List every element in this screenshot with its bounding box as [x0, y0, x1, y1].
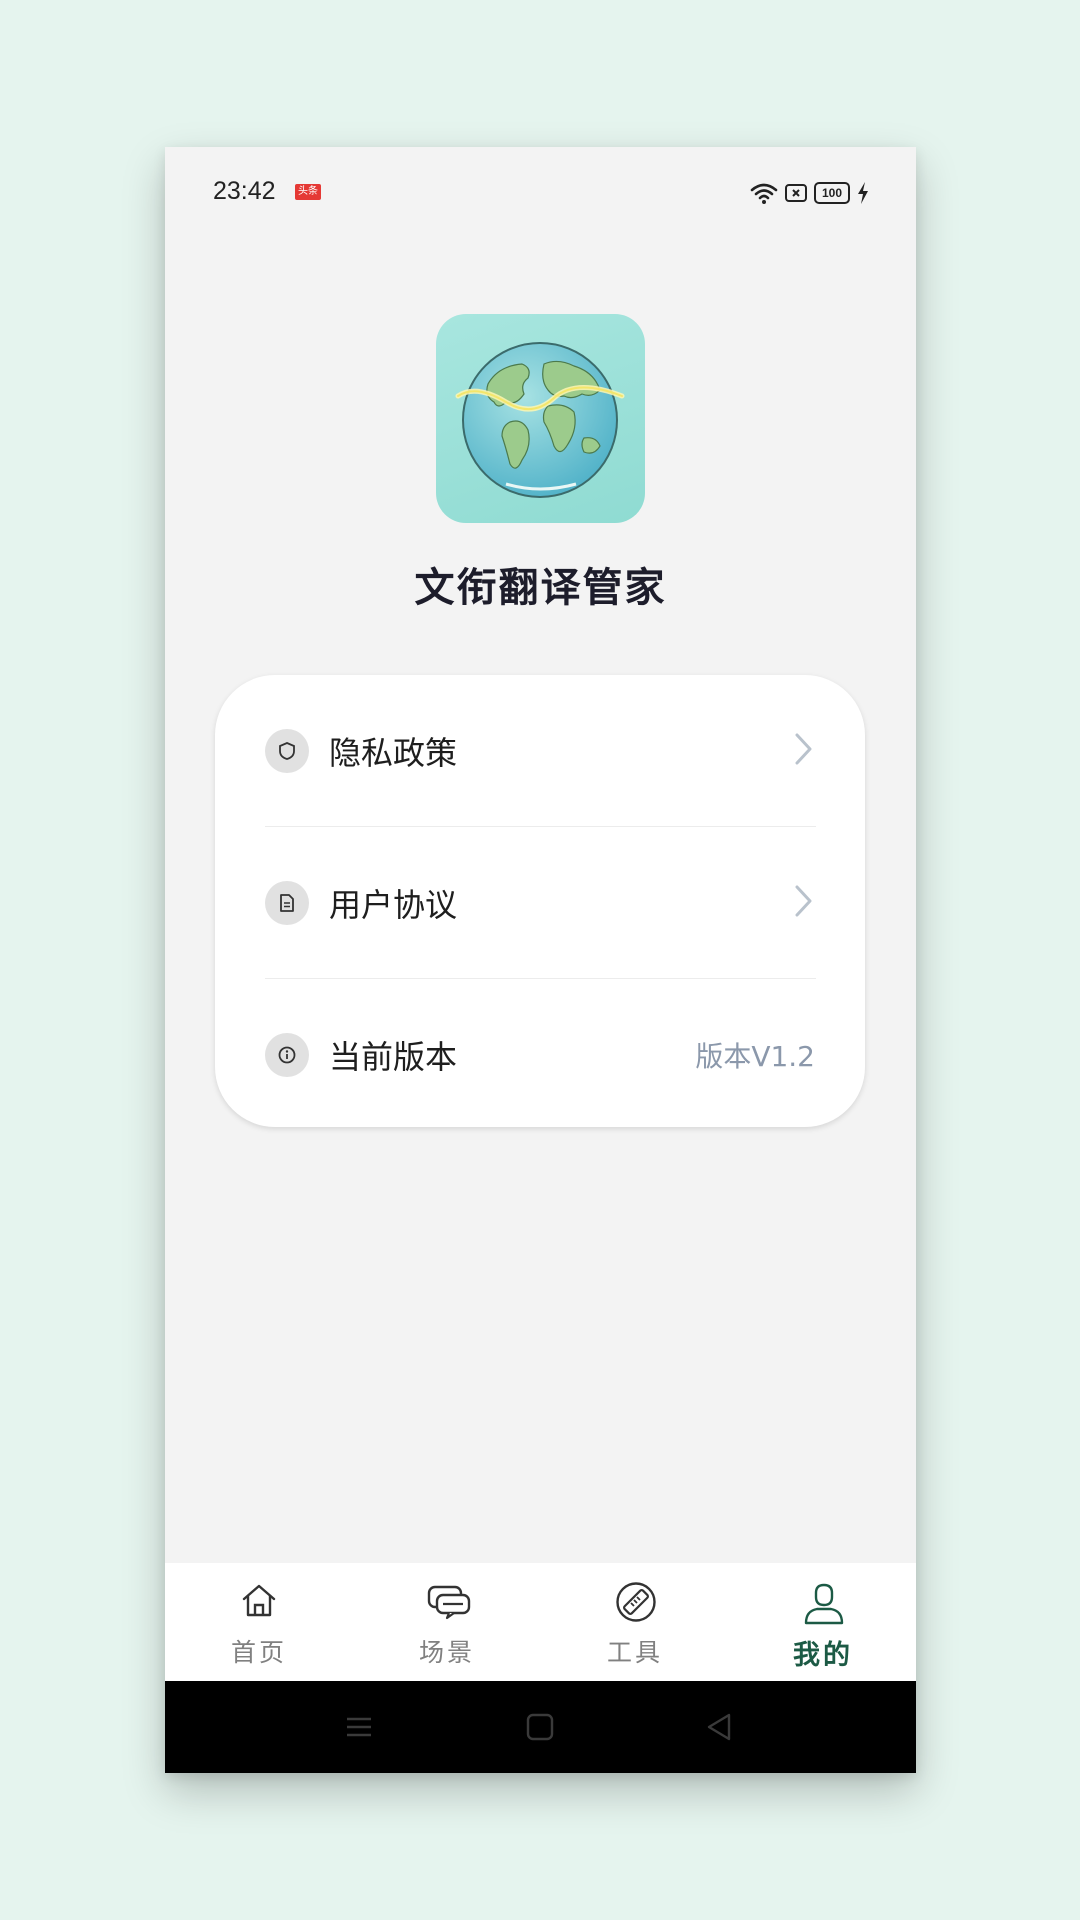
ruler-icon [615, 1581, 656, 1622]
privacy-policy-row[interactable]: 隐私政策 [215, 675, 865, 827]
document-icon [265, 881, 309, 925]
sim-x-icon [784, 183, 808, 203]
home-square-icon[interactable] [524, 1711, 556, 1743]
globe-icon [455, 342, 625, 498]
nav-home[interactable]: 首页 [165, 1563, 353, 1681]
home-icon [239, 1581, 279, 1621]
menu-icon[interactable] [343, 1711, 375, 1743]
current-version-label: 当前版本 [329, 1038, 458, 1076]
status-time: 23:42 [213, 177, 276, 205]
profile-icon [803, 1581, 844, 1625]
charging-icon [856, 181, 870, 205]
wifi-icon [750, 181, 778, 205]
user-agreement-label: 用户协议 [329, 886, 458, 924]
app-name: 文衔翻译管家 [414, 565, 667, 611]
nav-home-label: 首页 [230, 1638, 287, 1667]
back-triangle-icon[interactable] [703, 1711, 735, 1743]
status-bar: 23:42 头条 100 [165, 147, 916, 237]
battery-icon: 100 [814, 182, 850, 204]
nav-tools-label: 工具 [606, 1638, 663, 1667]
chevron-right-icon [793, 732, 813, 770]
settings-card: 隐私政策 用户协议 当前版本 版本V1.2 [215, 675, 865, 1127]
nav-mine[interactable]: 我的 [729, 1563, 916, 1681]
shield-icon [265, 729, 309, 773]
bottom-nav: 首页 场景 工具 我的 [165, 1563, 916, 1681]
phone-screen: 23:42 头条 100 文衔翻译管家 隐私政策 用户协议 当前版本 版本V1.… [165, 147, 916, 1773]
nav-tools[interactable]: 工具 [541, 1563, 729, 1681]
privacy-policy-label: 隐私政策 [329, 734, 458, 772]
status-icons: 100 [750, 179, 870, 207]
info-icon [265, 1033, 309, 1077]
current-version-row: 当前版本 版本V1.2 [215, 979, 865, 1131]
news-badge: 头条 [295, 184, 321, 200]
nav-scenes-label: 场景 [418, 1638, 475, 1667]
chat-bubbles-icon [427, 1581, 471, 1621]
nav-scenes[interactable]: 场景 [353, 1563, 541, 1681]
system-nav-bar [165, 1681, 916, 1773]
app-logo [436, 314, 645, 523]
nav-mine-label: 我的 [793, 1640, 853, 1671]
user-agreement-row[interactable]: 用户协议 [215, 827, 865, 979]
version-value: 版本V1.2 [695, 1040, 815, 1073]
chevron-right-icon [793, 884, 813, 922]
